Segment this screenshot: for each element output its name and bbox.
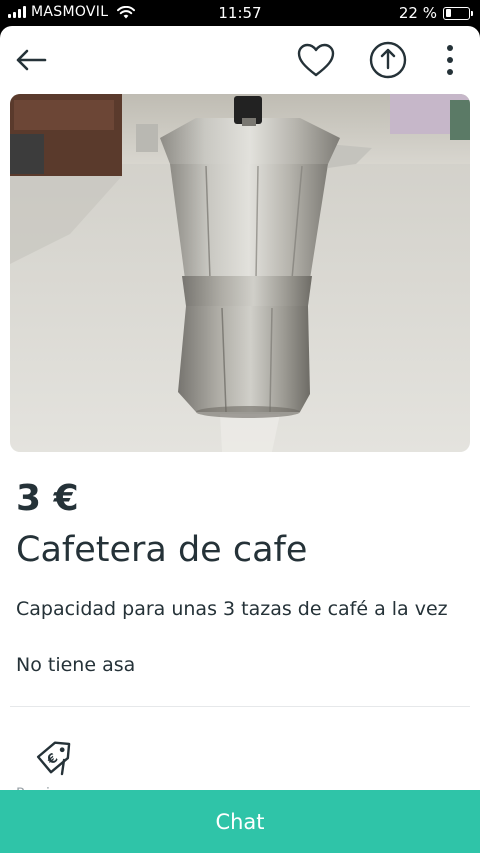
more-button[interactable]: [436, 40, 464, 80]
back-button[interactable]: [10, 40, 52, 80]
listing-title: Cafetera de cafe: [16, 530, 308, 570]
share-button[interactable]: [366, 38, 410, 82]
description-line: No tiene asa: [16, 654, 136, 676]
battery-level: [445, 9, 451, 17]
chat-button-label: Chat: [215, 809, 265, 834]
price-tag-icon: €: [32, 730, 78, 780]
status-right: 22 %: [398, 4, 473, 22]
share-icon: [369, 41, 407, 79]
more-vertical-icon: [447, 45, 453, 75]
heart-icon: [297, 43, 335, 77]
moka-pot-photo: [10, 94, 470, 452]
chat-button[interactable]: Chat: [0, 790, 480, 853]
product-photo[interactable]: [10, 94, 470, 452]
listing-price: 3 €: [16, 478, 79, 519]
arrow-left-icon: [16, 49, 47, 71]
battery-icon: [443, 6, 473, 20]
description-line: Capacidad para unas 3 tazas de café a la…: [16, 598, 448, 620]
battery-percent: 22 %: [398, 4, 437, 22]
listing-sheet: 3 € Cafetera de cafe Capacidad para unas…: [0, 26, 480, 853]
top-bar: [0, 26, 480, 92]
divider: [10, 706, 470, 707]
favorite-button[interactable]: [294, 40, 338, 80]
status-bar: MASMOVIL 11:57 22 %: [0, 0, 480, 26]
